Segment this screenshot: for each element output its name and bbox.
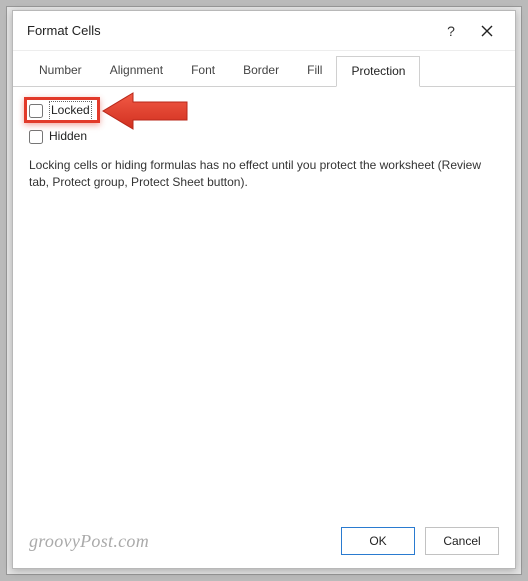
cancel-button[interactable]: Cancel: [425, 527, 499, 555]
format-cells-dialog: Format Cells ? Number Alignment Font Bor…: [12, 10, 516, 569]
dialog-titlebar: Format Cells ?: [13, 11, 515, 51]
locked-label[interactable]: Locked: [49, 101, 92, 120]
dialog-footer: groovyPost.com OK Cancel: [13, 514, 515, 568]
tab-fill[interactable]: Fill: [293, 56, 336, 87]
tab-content-protection: Locked Hidden Locking cells or hiding fo…: [13, 87, 515, 514]
screenshot-background: Format Cells ? Number Alignment Font Bor…: [0, 0, 528, 581]
protection-hint-text: Locking cells or hiding formulas has no …: [29, 157, 489, 192]
tab-protection[interactable]: Protection: [336, 56, 420, 87]
hidden-checkbox[interactable]: [29, 130, 43, 144]
watermark-text: groovyPost.com: [29, 531, 331, 552]
tab-alignment[interactable]: Alignment: [96, 56, 177, 87]
tab-font[interactable]: Font: [177, 56, 229, 87]
locked-checkbox-row: Locked: [29, 101, 499, 121]
hidden-checkbox-row: Hidden: [29, 127, 499, 147]
hidden-label[interactable]: Hidden: [49, 128, 87, 145]
help-button[interactable]: ?: [433, 23, 469, 39]
tab-number[interactable]: Number: [25, 56, 96, 87]
ok-button[interactable]: OK: [341, 527, 415, 555]
tab-strip: Number Alignment Font Border Fill Protec…: [13, 51, 515, 87]
tab-border[interactable]: Border: [229, 56, 293, 87]
dialog-title: Format Cells: [27, 23, 433, 38]
close-icon: [481, 25, 493, 37]
close-button[interactable]: [469, 25, 505, 37]
locked-checkbox[interactable]: [29, 104, 43, 118]
